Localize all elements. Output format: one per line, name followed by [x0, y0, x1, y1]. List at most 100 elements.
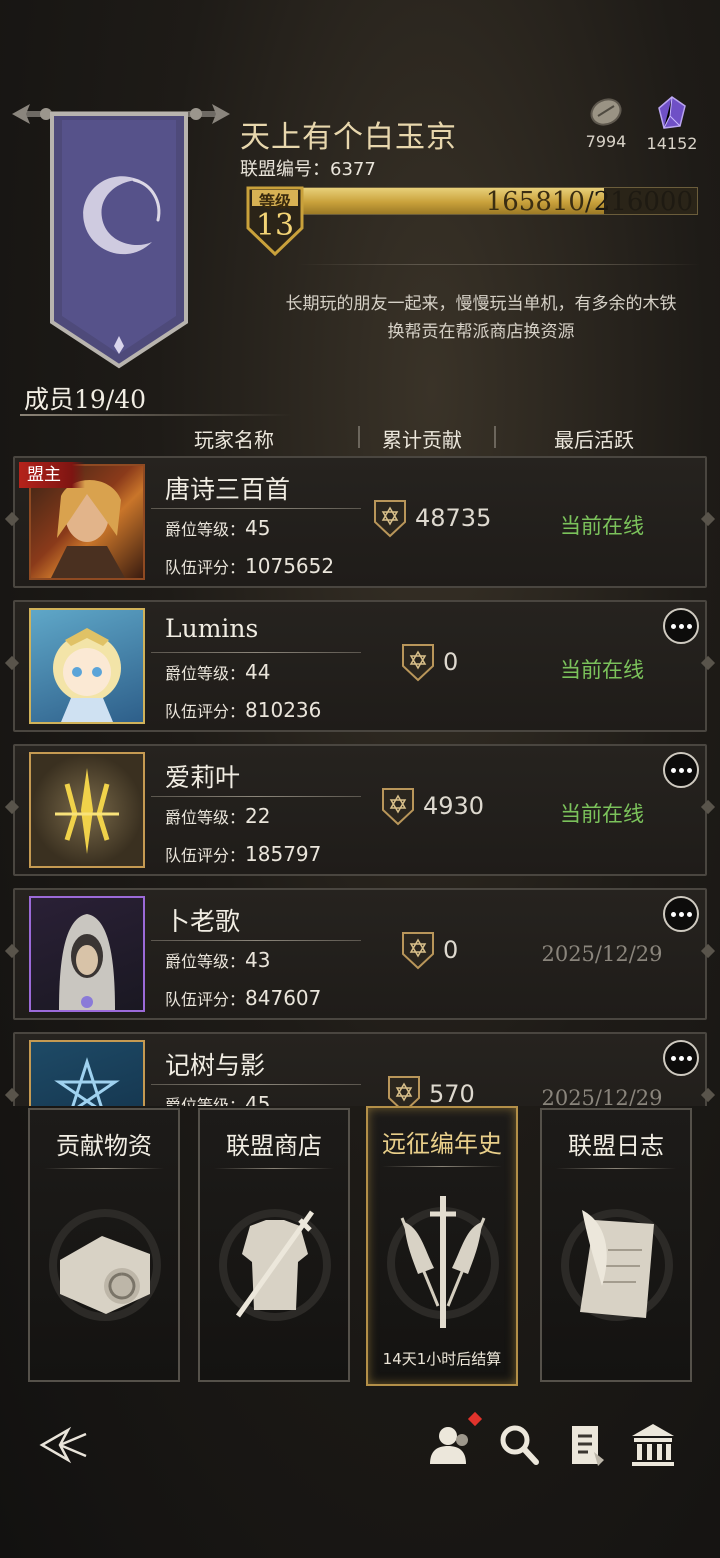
- member-row[interactable]: 卜老歌 爵位等级：43 队伍评分：847607 0 2025/12/29: [4, 888, 716, 1020]
- member-name: 爱莉叶: [165, 763, 241, 792]
- contribution-value: 570: [429, 1080, 475, 1106]
- row-ornament: [700, 511, 716, 527]
- guild-banner[interactable]: [48, 110, 190, 372]
- row-ornament: [4, 511, 20, 527]
- resource-stone[interactable]: 7994: [584, 96, 628, 151]
- contribution-shield-icon: [402, 644, 434, 682]
- member-score: 队伍评分：185797: [165, 842, 321, 866]
- level-number: 13: [255, 208, 295, 243]
- xp-current: 165810: [485, 187, 585, 217]
- member-rank: 爵位等级：45: [165, 516, 270, 540]
- star-sigil-icon: [54, 1057, 120, 1106]
- resource-crystal-value: 14152: [646, 134, 698, 153]
- rank-label: 爵位等级：: [165, 808, 246, 827]
- xp-separator: /: [584, 187, 594, 217]
- member-row[interactable]: 记树与影 爵位等级：45 570 2025/12/29: [4, 1032, 716, 1106]
- member-contribution: 0: [401, 642, 458, 682]
- row-ornament: [4, 943, 20, 959]
- card-countdown: 14天1小时后结算: [382, 1350, 502, 1368]
- card-divider: [214, 1168, 334, 1169]
- contribution-shield-icon: [388, 1076, 420, 1106]
- rank-value: 22: [245, 804, 271, 828]
- member-row[interactable]: 爱莉叶 爵位等级：22 队伍评分：185797 4930 当前在线: [4, 744, 716, 876]
- avatar[interactable]: [29, 1040, 145, 1106]
- member-contribution: 48735: [373, 498, 491, 538]
- more-options-button[interactable]: [663, 608, 699, 644]
- more-options-button[interactable]: [663, 896, 699, 932]
- member-score: 队伍评分：1075652: [165, 554, 334, 578]
- member-contribution: 4930: [381, 786, 484, 826]
- row-ornament: [4, 799, 20, 815]
- crossed-banners-icon: [387, 1196, 499, 1328]
- last-active: 2025/12/29: [541, 1086, 663, 1106]
- more-options-button[interactable]: [663, 1040, 699, 1076]
- score-value: 847607: [245, 986, 322, 1010]
- member-row[interactable]: Lumins 爵位等级：44 队伍评分：810236 0 当前在线: [4, 600, 716, 732]
- card-contribute-supplies[interactable]: 贡献物资: [28, 1108, 180, 1382]
- members-icon[interactable]: [428, 1422, 474, 1468]
- avatar[interactable]: [29, 752, 145, 868]
- document-icon[interactable]: [564, 1422, 610, 1468]
- guild-id: 联盟编号：6377: [240, 159, 376, 180]
- resource-stone-value: 7994: [585, 132, 627, 151]
- score-value: 1075652: [245, 554, 335, 578]
- card-alliance-log[interactable]: 联盟日志: [540, 1108, 692, 1382]
- member-rank: 爵位等级：45: [165, 1092, 270, 1106]
- member-list[interactable]: 盟主 唐诗三百首 爵位等级：45 队伍评分：1075652 48735 当前在线…: [0, 452, 720, 1106]
- avatar[interactable]: [29, 608, 145, 724]
- resource-crystal[interactable]: 14152: [644, 96, 700, 153]
- card-title: 贡献物资: [56, 1132, 152, 1160]
- score-label: 队伍评分：: [165, 846, 246, 865]
- more-options-button[interactable]: [663, 752, 699, 788]
- card-alliance-shop[interactable]: 联盟商店: [198, 1108, 350, 1382]
- back-icon[interactable]: [38, 1422, 90, 1468]
- member-contribution: 0: [401, 930, 458, 970]
- rank-value: 44: [245, 660, 271, 684]
- score-label: 队伍评分：: [165, 990, 246, 1009]
- rank-label: 爵位等级：: [165, 1096, 246, 1106]
- quill-parchment-icon: [561, 1209, 673, 1321]
- card-divider: [382, 1166, 502, 1167]
- contribution-shield-icon: [402, 932, 434, 970]
- member-rank: 爵位等级：44: [165, 660, 270, 684]
- guild-notice-line1: 长期玩的朋友一起来，慢慢玩当单机，有多余的木铁: [285, 294, 677, 314]
- guild-notice-line2: 换帮贡在帮派商店换资源: [387, 322, 575, 342]
- score-label: 队伍评分：: [165, 558, 246, 577]
- column-contribution[interactable]: 累计贡献: [382, 424, 462, 453]
- column-last-active[interactable]: 最后活跃: [554, 424, 634, 453]
- rank-value: 45: [245, 516, 271, 540]
- last-active: 当前在线: [560, 658, 644, 682]
- member-name: 记树与影: [165, 1051, 266, 1080]
- rank-label: 爵位等级：: [165, 952, 246, 971]
- leader-badge: 盟主: [19, 462, 85, 488]
- armor-sword-icon: [219, 1209, 331, 1321]
- name-divider: [151, 940, 361, 941]
- name-divider: [151, 652, 361, 653]
- card-title: 联盟日志: [568, 1132, 664, 1160]
- avatar[interactable]: [29, 896, 145, 1012]
- column-separator: [494, 426, 496, 448]
- purple-crystal-icon: [658, 96, 686, 129]
- portrait-icon: [53, 628, 121, 722]
- member-name: 卜老歌: [165, 907, 241, 936]
- guild-xp-text: 165810/216000: [485, 187, 693, 217]
- guild-name: 天上有个白玉京: [240, 120, 457, 155]
- name-divider: [151, 1084, 361, 1085]
- bank-icon[interactable]: [630, 1422, 676, 1468]
- score-label: 队伍评分：: [165, 702, 246, 721]
- card-divider: [556, 1168, 676, 1169]
- portrait-icon: [59, 914, 115, 1010]
- name-divider: [151, 796, 361, 797]
- column-player-name[interactable]: 玩家名称: [194, 424, 274, 453]
- row-ornament: [4, 1087, 20, 1103]
- rank-value: 45: [245, 1092, 271, 1106]
- row-ornament: [700, 799, 716, 815]
- search-icon[interactable]: [496, 1422, 542, 1468]
- card-expedition-chronicle[interactable]: 远征编年史 14天1小时后结算: [366, 1106, 518, 1386]
- contribution-value: 0: [443, 936, 459, 964]
- score-value: 185797: [245, 842, 322, 866]
- member-row[interactable]: 盟主 唐诗三百首 爵位等级：45 队伍评分：1075652 48735 当前在线: [4, 456, 716, 588]
- contribution-value: 48735: [415, 504, 492, 532]
- card-title: 远征编年史: [382, 1130, 502, 1158]
- stone-coin-icon: [590, 98, 622, 126]
